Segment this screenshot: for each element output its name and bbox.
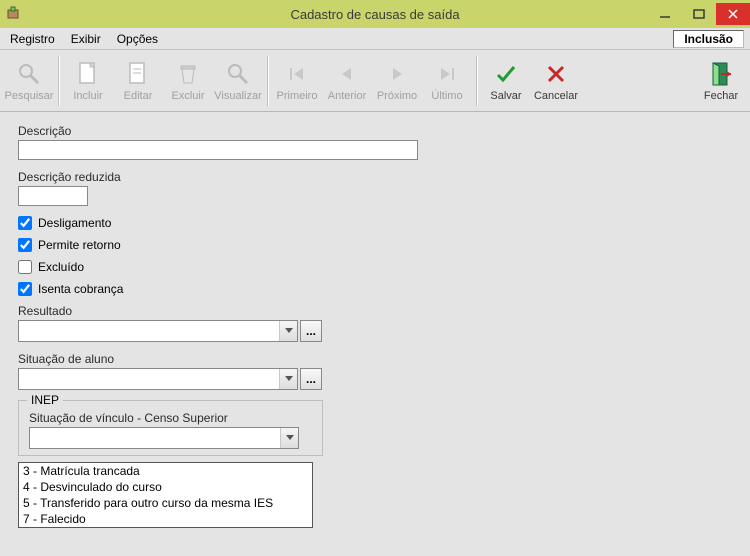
checkbox-box[interactable]: [18, 260, 32, 274]
mode-indicator: Inclusão: [673, 30, 744, 48]
x-icon: [542, 60, 570, 88]
menu-exibir[interactable]: Exibir: [63, 30, 109, 48]
inep-group: INEP Situação de vínculo - Censo Superio…: [18, 400, 323, 456]
toolbar-label: Excluir: [171, 90, 204, 102]
new-page-icon: [74, 60, 102, 88]
checkbox-box[interactable]: [18, 282, 32, 296]
toolbar-label: Visualizar: [214, 90, 262, 102]
anterior-button[interactable]: Anterior: [322, 53, 372, 109]
chevron-down-icon: [279, 369, 297, 389]
checkbox-label: Permite retorno: [38, 238, 121, 252]
form-content: Descrição Descrição reduzida Desligament…: [0, 112, 750, 556]
titlebar: Cadastro de causas de saída: [0, 0, 750, 28]
fechar-button[interactable]: Fechar: [696, 53, 746, 109]
vinculo-select[interactable]: [29, 427, 299, 449]
check-icon: [492, 60, 520, 88]
pesquisar-button[interactable]: Pesquisar: [4, 53, 54, 109]
inep-legend: INEP: [27, 393, 63, 407]
toolbar-label: Primeiro: [277, 90, 318, 102]
dropdown-option[interactable]: 7 - Falecido: [19, 511, 312, 527]
app-icon: [6, 6, 22, 22]
permite-retorno-checkbox[interactable]: Permite retorno: [18, 238, 732, 252]
chevron-down-icon: [279, 321, 297, 341]
dropdown-option[interactable]: 5 - Transferido para outro curso da mesm…: [19, 495, 312, 511]
situacao-lookup-button[interactable]: ...: [300, 368, 322, 390]
situacao-label: Situação de aluno: [18, 352, 732, 366]
prev-icon: [333, 60, 361, 88]
checkbox-box[interactable]: [18, 238, 32, 252]
excluido-checkbox[interactable]: Excluído: [18, 260, 732, 274]
toolbar-label: Próximo: [377, 90, 417, 102]
dropdown-option[interactable]: 3 - Matrícula trancada: [19, 463, 312, 479]
checkbox-label: Desligamento: [38, 216, 111, 230]
proximo-button[interactable]: Próximo: [372, 53, 422, 109]
first-icon: [283, 60, 311, 88]
checkbox-label: Isenta cobrança: [38, 282, 123, 296]
descricao-label: Descrição: [18, 124, 732, 138]
editar-button[interactable]: Editar: [113, 53, 163, 109]
vinculo-dropdown-list[interactable]: 3 - Matrícula trancada 4 - Desvinculado …: [18, 462, 313, 528]
ultimo-button[interactable]: Último: [422, 53, 472, 109]
toolbar: Pesquisar Incluir Editar Excluir Visuali…: [0, 50, 750, 112]
search-icon: [15, 60, 43, 88]
close-button[interactable]: [716, 3, 750, 25]
last-icon: [433, 60, 461, 88]
trash-icon: [174, 60, 202, 88]
situacao-select[interactable]: [18, 368, 298, 390]
menu-registro[interactable]: Registro: [2, 30, 63, 48]
next-icon: [383, 60, 411, 88]
salvar-button[interactable]: Salvar: [481, 53, 531, 109]
toolbar-label: Pesquisar: [5, 90, 54, 102]
separator: [58, 56, 59, 106]
toolbar-label: Anterior: [328, 90, 367, 102]
toolbar-label: Editar: [124, 90, 153, 102]
excluir-button[interactable]: Excluir: [163, 53, 213, 109]
resultado-label: Resultado: [18, 304, 732, 318]
separator: [267, 56, 268, 106]
cancelar-button[interactable]: Cancelar: [531, 53, 581, 109]
view-icon: [224, 60, 252, 88]
toolbar-label: Incluir: [73, 90, 102, 102]
incluir-button[interactable]: Incluir: [63, 53, 113, 109]
checkbox-label: Excluído: [38, 260, 84, 274]
resultado-lookup-button[interactable]: ...: [300, 320, 322, 342]
menubar: Registro Exibir Opções Inclusão: [0, 28, 750, 50]
descricao-reduzida-label: Descrição reduzida: [18, 170, 732, 184]
visualizar-button[interactable]: Visualizar: [213, 53, 263, 109]
chevron-down-icon: [280, 428, 298, 448]
window-title: Cadastro de causas de saída: [290, 7, 459, 22]
door-icon: [707, 60, 735, 88]
descricao-input[interactable]: [18, 140, 418, 160]
isenta-cobranca-checkbox[interactable]: Isenta cobrança: [18, 282, 732, 296]
menu-opcoes[interactable]: Opções: [109, 30, 166, 48]
vinculo-label: Situação de vínculo - Censo Superior: [29, 411, 312, 425]
descricao-reduzida-input[interactable]: [18, 186, 88, 206]
maximize-button[interactable]: [682, 3, 716, 25]
primeiro-button[interactable]: Primeiro: [272, 53, 322, 109]
checkbox-box[interactable]: [18, 216, 32, 230]
toolbar-label: Cancelar: [534, 90, 578, 102]
separator: [476, 56, 477, 106]
toolbar-label: Último: [431, 90, 462, 102]
dropdown-option[interactable]: 4 - Desvinculado do curso: [19, 479, 312, 495]
toolbar-label: Fechar: [704, 90, 738, 102]
toolbar-label: Salvar: [490, 90, 521, 102]
resultado-select[interactable]: [18, 320, 298, 342]
edit-page-icon: [124, 60, 152, 88]
desligamento-checkbox[interactable]: Desligamento: [18, 216, 732, 230]
minimize-button[interactable]: [648, 3, 682, 25]
